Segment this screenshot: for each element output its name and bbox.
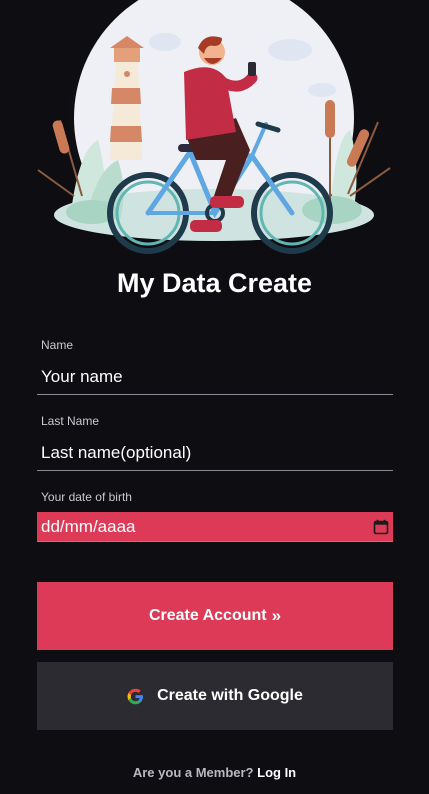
google-icon bbox=[127, 688, 144, 704]
login-link[interactable]: Log In bbox=[257, 765, 296, 780]
dob-label: Your date of birth bbox=[41, 490, 132, 504]
dob-input[interactable]: dd/mm/aaaa bbox=[37, 512, 393, 542]
lighthouse-icon bbox=[110, 36, 144, 160]
login-prompt: Are you a Member? Log In bbox=[0, 765, 429, 780]
last-name-label: Last Name bbox=[41, 414, 100, 428]
last-name-field-group: Last Name bbox=[37, 414, 393, 471]
name-label: Name bbox=[41, 338, 74, 352]
create-account-button[interactable]: Create Account » bbox=[37, 582, 393, 650]
dob-field-group: Your date of birth dd/mm/aaaa bbox=[37, 490, 393, 542]
page-title: My Data Create bbox=[116, 268, 313, 298]
create-account-label: Create Account bbox=[148, 607, 267, 624]
dob-placeholder: dd/mm/aaaa bbox=[41, 516, 136, 536]
member-question: Are you a Member? bbox=[132, 765, 254, 780]
create-with-google-button[interactable]: Create with Google bbox=[37, 662, 393, 730]
last-name-input[interactable] bbox=[37, 435, 393, 471]
name-input[interactable] bbox=[37, 359, 393, 395]
name-field-group: Name bbox=[37, 338, 393, 395]
create-with-google-label: Create with Google bbox=[157, 687, 303, 704]
cyclist-illustration bbox=[37, 0, 391, 260]
double-chevron-right-icon: » bbox=[271, 606, 282, 625]
calendar-icon[interactable] bbox=[373, 519, 389, 535]
hero-illustration bbox=[0, 0, 429, 260]
